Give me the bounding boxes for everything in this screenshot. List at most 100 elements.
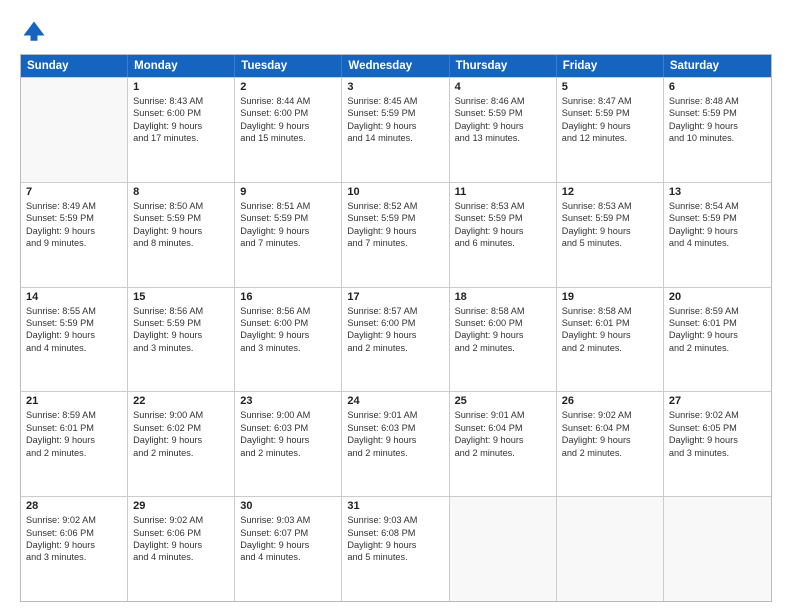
calendar-cell: 1 Sunrise: 8:43 AM Sunset: 6:00 PM Daylig…	[128, 78, 235, 182]
day-info: Sunrise: 8:57 AM Sunset: 6:00 PM Dayligh…	[347, 305, 443, 355]
calendar-cell: 30 Sunrise: 9:03 AM Sunset: 6:07 PM Dayli…	[235, 497, 342, 601]
day-info: Sunrise: 8:47 AM Sunset: 5:59 PM Dayligh…	[562, 95, 658, 145]
day-info: Sunrise: 8:52 AM Sunset: 5:59 PM Dayligh…	[347, 200, 443, 250]
day-number: 2	[240, 81, 336, 93]
calendar-cell: 25 Sunrise: 9:01 AM Sunset: 6:04 PM Dayli…	[450, 392, 557, 496]
day-info: Sunrise: 9:02 AM Sunset: 6:06 PM Dayligh…	[26, 514, 122, 564]
calendar-row: 1 Sunrise: 8:43 AM Sunset: 6:00 PM Daylig…	[21, 77, 771, 182]
day-number: 1	[133, 81, 229, 93]
day-info: Sunrise: 9:02 AM Sunset: 6:04 PM Dayligh…	[562, 409, 658, 459]
day-number: 21	[26, 395, 122, 407]
day-info: Sunrise: 8:51 AM Sunset: 5:59 PM Dayligh…	[240, 200, 336, 250]
logo-icon	[20, 18, 48, 46]
day-number: 7	[26, 186, 122, 198]
calendar-cell: 31 Sunrise: 9:03 AM Sunset: 6:08 PM Dayli…	[342, 497, 449, 601]
calendar-body: 1 Sunrise: 8:43 AM Sunset: 6:00 PM Daylig…	[21, 77, 771, 601]
logo	[20, 18, 52, 46]
day-info: Sunrise: 9:00 AM Sunset: 6:03 PM Dayligh…	[240, 409, 336, 459]
day-number: 20	[669, 291, 766, 303]
calendar-cell: 21 Sunrise: 8:59 AM Sunset: 6:01 PM Dayli…	[21, 392, 128, 496]
day-info: Sunrise: 8:55 AM Sunset: 5:59 PM Dayligh…	[26, 305, 122, 355]
day-number: 27	[669, 395, 766, 407]
day-number: 31	[347, 500, 443, 512]
day-info: Sunrise: 8:44 AM Sunset: 6:00 PM Dayligh…	[240, 95, 336, 145]
calendar-row: 14 Sunrise: 8:55 AM Sunset: 5:59 PM Dayli…	[21, 287, 771, 392]
calendar-cell	[664, 497, 771, 601]
day-number: 11	[455, 186, 551, 198]
day-header-friday: Friday	[557, 55, 664, 77]
calendar-cell: 29Sunrise: 9:02 AM Sunset: 6:06 PM Dayli…	[128, 497, 235, 601]
day-number: 4	[455, 81, 551, 93]
day-info: Sunrise: 8:59 AM Sunset: 6:01 PM Dayligh…	[26, 409, 122, 459]
calendar-cell	[450, 497, 557, 601]
day-header-wednesday: Wednesday	[342, 55, 449, 77]
calendar-cell: 22Sunrise: 9:00 AM Sunset: 6:02 PM Dayli…	[128, 392, 235, 496]
day-info: Sunrise: 8:50 AM Sunset: 5:59 PM Dayligh…	[133, 200, 229, 250]
day-info: Sunrise: 8:43 AM Sunset: 6:00 PM Dayligh…	[133, 95, 229, 145]
day-info: Sunrise: 8:45 AM Sunset: 5:59 PM Dayligh…	[347, 95, 443, 145]
day-info: Sunrise: 8:53 AM Sunset: 5:59 PM Dayligh…	[562, 200, 658, 250]
calendar-cell: 16Sunrise: 8:56 AM Sunset: 6:00 PM Dayli…	[235, 288, 342, 392]
day-info: Sunrise: 8:56 AM Sunset: 6:00 PM Dayligh…	[240, 305, 336, 355]
day-info: Sunrise: 8:59 AM Sunset: 6:01 PM Dayligh…	[669, 305, 766, 355]
day-header-thursday: Thursday	[450, 55, 557, 77]
day-header-monday: Monday	[128, 55, 235, 77]
day-info: Sunrise: 9:03 AM Sunset: 6:07 PM Dayligh…	[240, 514, 336, 564]
day-number: 28	[26, 500, 122, 512]
calendar-row: 7 Sunrise: 8:49 AM Sunset: 5:59 PM Daylig…	[21, 182, 771, 287]
day-number: 23	[240, 395, 336, 407]
calendar-header: SundayMondayTuesdayWednesdayThursdayFrid…	[21, 55, 771, 77]
calendar-cell: 18Sunrise: 8:58 AM Sunset: 6:00 PM Dayli…	[450, 288, 557, 392]
calendar-cell: 26Sunrise: 9:02 AM Sunset: 6:04 PM Dayli…	[557, 392, 664, 496]
calendar-cell: 13Sunrise: 8:54 AM Sunset: 5:59 PM Dayli…	[664, 183, 771, 287]
calendar-cell: 10Sunrise: 8:52 AM Sunset: 5:59 PM Dayli…	[342, 183, 449, 287]
header	[20, 18, 772, 46]
day-info: Sunrise: 9:01 AM Sunset: 6:03 PM Dayligh…	[347, 409, 443, 459]
day-number: 30	[240, 500, 336, 512]
calendar-cell: 12 Sunrise: 8:53 AM Sunset: 5:59 PM Dayli…	[557, 183, 664, 287]
day-header-tuesday: Tuesday	[235, 55, 342, 77]
calendar-cell: 11 Sunrise: 8:53 AM Sunset: 5:59 PM Dayli…	[450, 183, 557, 287]
day-number: 9	[240, 186, 336, 198]
calendar-cell: 5 Sunrise: 8:47 AM Sunset: 5:59 PM Daylig…	[557, 78, 664, 182]
calendar-row: 21 Sunrise: 8:59 AM Sunset: 6:01 PM Dayli…	[21, 391, 771, 496]
day-info: Sunrise: 9:02 AM Sunset: 6:05 PM Dayligh…	[669, 409, 766, 459]
calendar-cell	[21, 78, 128, 182]
calendar-cell: 9 Sunrise: 8:51 AM Sunset: 5:59 PM Daylig…	[235, 183, 342, 287]
day-number: 13	[669, 186, 766, 198]
calendar-cell: 4 Sunrise: 8:46 AM Sunset: 5:59 PM Daylig…	[450, 78, 557, 182]
day-info: Sunrise: 8:56 AM Sunset: 5:59 PM Dayligh…	[133, 305, 229, 355]
day-number: 14	[26, 291, 122, 303]
day-info: Sunrise: 8:53 AM Sunset: 5:59 PM Dayligh…	[455, 200, 551, 250]
day-info: Sunrise: 9:03 AM Sunset: 6:08 PM Dayligh…	[347, 514, 443, 564]
calendar-cell: 7 Sunrise: 8:49 AM Sunset: 5:59 PM Daylig…	[21, 183, 128, 287]
calendar-cell: 8Sunrise: 8:50 AM Sunset: 5:59 PM Daylig…	[128, 183, 235, 287]
day-header-sunday: Sunday	[21, 55, 128, 77]
calendar: SundayMondayTuesdayWednesdayThursdayFrid…	[20, 54, 772, 602]
page: SundayMondayTuesdayWednesdayThursdayFrid…	[0, 0, 792, 612]
day-header-saturday: Saturday	[664, 55, 771, 77]
day-number: 25	[455, 395, 551, 407]
day-info: Sunrise: 8:46 AM Sunset: 5:59 PM Dayligh…	[455, 95, 551, 145]
day-info: Sunrise: 9:01 AM Sunset: 6:04 PM Dayligh…	[455, 409, 551, 459]
day-number: 17	[347, 291, 443, 303]
day-info: Sunrise: 8:48 AM Sunset: 5:59 PM Dayligh…	[669, 95, 766, 145]
calendar-cell: 28 Sunrise: 9:02 AM Sunset: 6:06 PM Dayli…	[21, 497, 128, 601]
day-info: Sunrise: 8:49 AM Sunset: 5:59 PM Dayligh…	[26, 200, 122, 250]
calendar-cell: 2 Sunrise: 8:44 AM Sunset: 6:00 PM Daylig…	[235, 78, 342, 182]
calendar-cell	[557, 497, 664, 601]
day-info: Sunrise: 9:00 AM Sunset: 6:02 PM Dayligh…	[133, 409, 229, 459]
calendar-cell: 6 Sunrise: 8:48 AM Sunset: 5:59 PM Daylig…	[664, 78, 771, 182]
day-number: 19	[562, 291, 658, 303]
calendar-cell: 19 Sunrise: 8:58 AM Sunset: 6:01 PM Dayli…	[557, 288, 664, 392]
calendar-cell: 15Sunrise: 8:56 AM Sunset: 5:59 PM Dayli…	[128, 288, 235, 392]
day-info: Sunrise: 8:58 AM Sunset: 6:01 PM Dayligh…	[562, 305, 658, 355]
day-number: 5	[562, 81, 658, 93]
calendar-cell: 23 Sunrise: 9:00 AM Sunset: 6:03 PM Dayli…	[235, 392, 342, 496]
calendar-cell: 24Sunrise: 9:01 AM Sunset: 6:03 PM Dayli…	[342, 392, 449, 496]
calendar-cell: 3Sunrise: 8:45 AM Sunset: 5:59 PM Daylig…	[342, 78, 449, 182]
calendar-cell: 27 Sunrise: 9:02 AM Sunset: 6:05 PM Dayli…	[664, 392, 771, 496]
day-number: 12	[562, 186, 658, 198]
day-info: Sunrise: 9:02 AM Sunset: 6:06 PM Dayligh…	[133, 514, 229, 564]
day-number: 6	[669, 81, 766, 93]
